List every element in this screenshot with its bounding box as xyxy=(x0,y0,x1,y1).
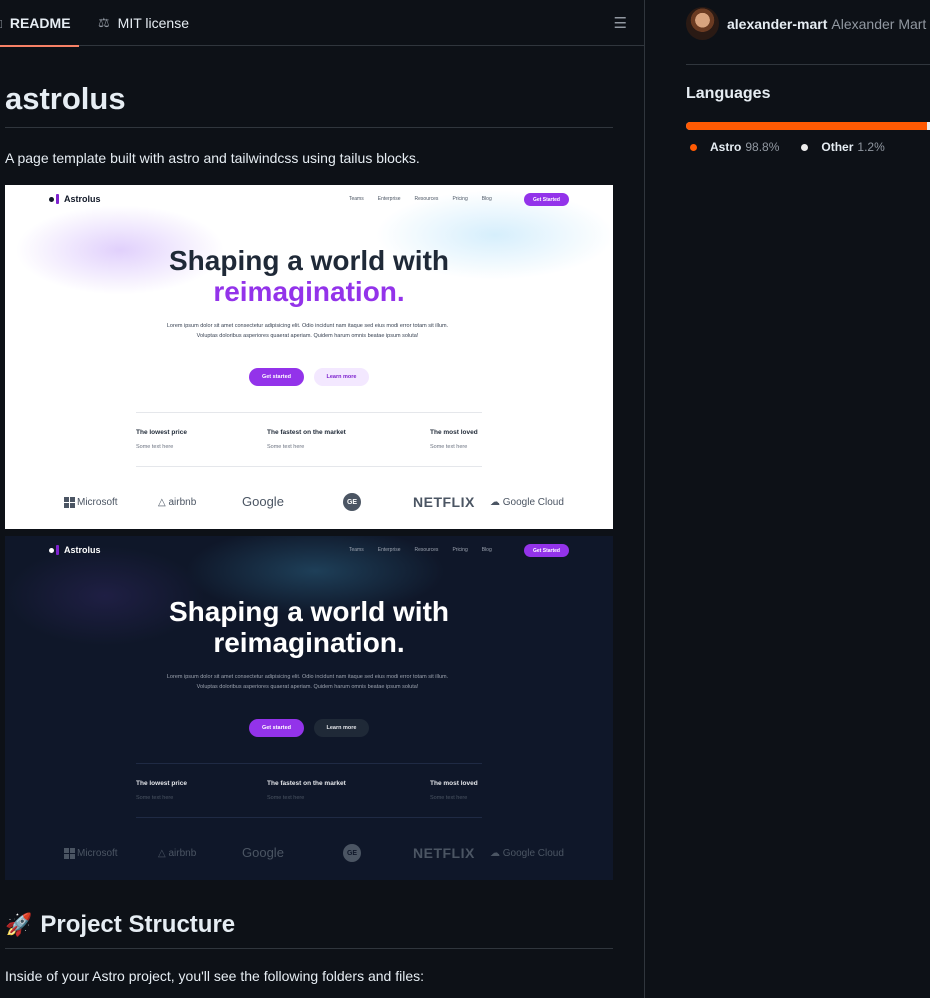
preview-feature-title: The lowest price xyxy=(136,429,187,436)
preview-feature-sub: Some text here xyxy=(136,795,174,801)
preview-lorem: Lorem ipsum dolor sit amet consectetur a… xyxy=(166,323,449,339)
languages-title: Languages xyxy=(686,85,771,102)
book-icon: □ xyxy=(0,16,2,31)
preview-nav-item: Enterprise xyxy=(377,547,401,553)
section-heading: 🚀 Project Structure xyxy=(5,910,613,949)
brand-microsoft: Microsoft xyxy=(64,848,118,859)
preview-nav-item: Enterprise xyxy=(377,196,401,202)
languages-bar xyxy=(686,122,930,130)
preview-logo: Astrolus xyxy=(49,194,101,204)
languages-list: Astro 98.8% Other 1.2% xyxy=(690,140,907,154)
brand-airbnb: △ airbnb xyxy=(158,497,197,508)
preview-feature-sub: Some text here xyxy=(430,444,468,450)
preview-headline: Shaping a world with reimagination. xyxy=(169,245,449,307)
brand-netflix: NETFLIX xyxy=(413,845,475,861)
preview-primary-button: Get started xyxy=(249,719,304,737)
preview-lorem: Lorem ipsum dolor sit amet consectetur a… xyxy=(166,674,449,690)
preview-cta: Get Started xyxy=(524,544,569,557)
language-percent: 98.8% xyxy=(745,140,780,154)
language-name: Other xyxy=(821,140,854,154)
preview-nav-item: Blog xyxy=(481,547,492,553)
brand-google: Google xyxy=(242,845,284,860)
page-title: astrolus xyxy=(5,80,613,128)
language-dot xyxy=(801,143,809,151)
tab-license[interactable]: ⚖ MIT license xyxy=(98,0,189,46)
scale-icon: ⚖ xyxy=(98,15,110,30)
languages-bar-astro xyxy=(686,122,928,130)
preview-nav-item: Resources xyxy=(414,196,439,202)
preview-feature-sub: Some text here xyxy=(267,795,305,801)
preview-nav-item: Pricing xyxy=(452,547,468,553)
preview-nav-item: Pricing xyxy=(452,196,468,202)
preview-image-light[interactable]: Astrolus Teams Enterprise Resources Pric… xyxy=(5,185,613,529)
preview-feature-sub: Some text here xyxy=(136,444,174,450)
tab-readme-label: README xyxy=(9,15,71,31)
avatar[interactable] xyxy=(686,7,719,40)
preview-nav-item: Teams xyxy=(349,547,364,553)
language-name: Astro xyxy=(710,140,742,154)
language-item-other[interactable]: Other 1.2% xyxy=(801,140,885,154)
contributor-name: Alexander Mart xyxy=(831,15,927,32)
list-icon[interactable]: ☰ xyxy=(614,14,627,32)
readme-tabbar: □ README ⚖ MIT license ☰ xyxy=(0,0,644,47)
language-item-astro[interactable]: Astro 98.8% xyxy=(690,140,779,154)
preview-feature-title: The most loved xyxy=(430,429,478,436)
brand-ge: GE xyxy=(343,844,361,862)
preview-primary-button: Get started xyxy=(249,368,304,386)
sidebar-divider xyxy=(686,64,930,65)
contributor-username[interactable]: alexander-mart xyxy=(727,16,827,32)
section-text: Inside of your Astro project, you'll see… xyxy=(5,968,425,984)
preview-nav-item: Teams xyxy=(349,196,364,202)
brand-google-cloud: ☁ Google Cloud xyxy=(490,497,564,508)
preview-secondary-button: Learn more xyxy=(314,368,369,386)
brand-ge: GE xyxy=(343,493,361,511)
section-heading-text: Project Structure xyxy=(40,911,236,938)
brand-microsoft: Microsoft xyxy=(64,497,118,508)
preview-feature-title: The fastest on the market xyxy=(267,780,346,787)
tab-readme[interactable]: □ README xyxy=(0,0,79,47)
preview-secondary-button: Learn more xyxy=(314,719,369,737)
brand-google-cloud: ☁ Google Cloud xyxy=(490,848,564,859)
contributor[interactable]: alexander-mart Alexander Mart xyxy=(686,7,926,40)
preview-image-dark[interactable]: Astrolus Teams Enterprise Resources Pric… xyxy=(5,536,613,880)
language-dot xyxy=(690,143,697,151)
preview-feature-sub: Some text here xyxy=(267,444,305,450)
preview-feature-title: The most loved xyxy=(430,780,478,787)
preview-nav: Teams Enterprise Resources Pricing Blog xyxy=(349,196,506,202)
language-percent: 1.2% xyxy=(857,140,885,154)
preview-feature-title: The lowest price xyxy=(136,780,187,787)
preview-headline: Shaping a world with reimagination. xyxy=(169,596,449,658)
readme-panel: □ README ⚖ MIT license ☰ astrolus A page… xyxy=(0,0,645,998)
preview-nav: Teams Enterprise Resources Pricing Blog xyxy=(349,547,506,553)
preview-nav-item: Resources xyxy=(414,547,439,553)
tab-license-label: MIT license xyxy=(117,15,189,31)
brand-airbnb: △ airbnb xyxy=(158,848,197,859)
preview-nav-item: Blog xyxy=(481,196,492,202)
readme-content: astrolus A page template built with astr… xyxy=(5,46,613,984)
preview-feature-sub: Some text here xyxy=(430,795,468,801)
rocket-icon: 🚀 xyxy=(5,912,33,937)
preview-cta: Get Started xyxy=(524,193,569,206)
preview-feature-title: The fastest on the market xyxy=(267,429,346,436)
readme-description: A page template built with astro and tai… xyxy=(5,150,420,166)
preview-logo: Astrolus xyxy=(49,545,101,555)
brand-netflix: NETFLIX xyxy=(413,494,475,510)
brand-google: Google xyxy=(242,494,284,509)
